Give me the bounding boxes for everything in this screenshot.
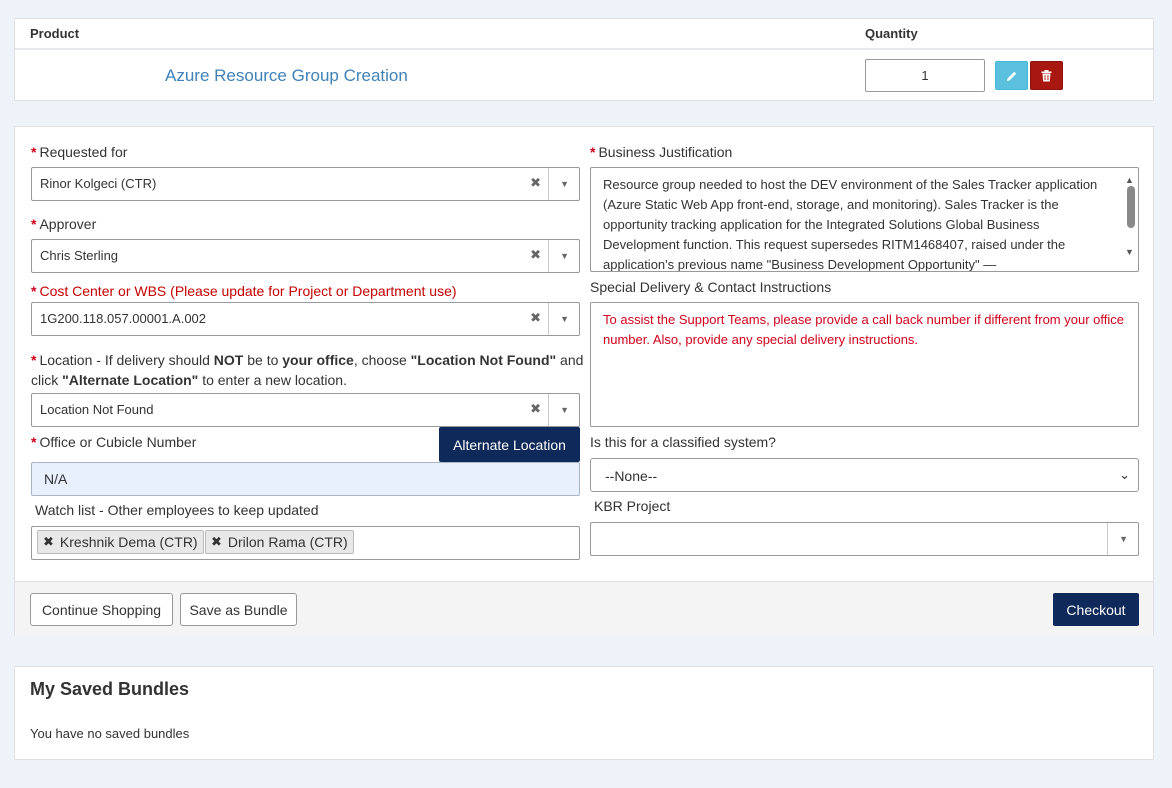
textarea-scrollbar[interactable]: ▲ ▼ — [1124, 170, 1136, 270]
chevron-down-icon[interactable]: ▼ — [1119, 534, 1128, 544]
classified-select[interactable]: --None-- ⌄ — [590, 458, 1139, 492]
special-delivery-textarea[interactable]: To assist the Support Teams, please prov… — [590, 302, 1139, 427]
office-number-value: N/A — [44, 471, 68, 487]
office-label: * Office or Cubicle Number — [31, 434, 197, 450]
requested-for-value: Rinor Kolgeci (CTR) — [40, 176, 157, 191]
pencil-icon — [1006, 71, 1016, 81]
product-link[interactable]: Azure Resource Group Creation — [165, 66, 408, 86]
trash-icon — [1041, 69, 1052, 81]
select-divider — [548, 394, 549, 426]
cost-center-select[interactable]: 1G200.118.057.00001.A.002 ✖ ▼ — [31, 302, 580, 336]
cost-center-value: 1G200.118.057.00001.A.002 — [40, 311, 207, 326]
kbr-project-label: KBR Project — [594, 498, 671, 514]
continue-shopping-button[interactable]: Continue Shopping — [30, 593, 173, 626]
scroll-thumb[interactable] — [1127, 186, 1135, 228]
watch-list-tag: ✖ Kreshnik Dema (CTR) — [37, 530, 204, 554]
saved-bundles-panel: My Saved Bundles You have no saved bundl… — [14, 666, 1154, 760]
location-value: Location Not Found — [40, 402, 154, 417]
cost-center-label: * Cost Center or WBS (Please update for P… — [31, 283, 457, 299]
chevron-down-icon: ⌄ — [1119, 467, 1130, 482]
classified-value: --None-- — [605, 468, 658, 484]
select-divider — [548, 240, 549, 272]
remove-tag-icon[interactable]: ✖ — [211, 534, 222, 550]
location-select[interactable]: Location Not Found ✖ ▼ — [31, 393, 580, 427]
select-divider — [1107, 523, 1108, 555]
cart-header: Product Quantity — [15, 19, 1153, 50]
select-divider — [548, 168, 549, 200]
business-justification-textarea[interactable]: Resource group needed to host the DEV en… — [590, 167, 1139, 272]
approver-select[interactable]: Chris Sterling ✖ ▼ — [31, 239, 580, 273]
business-justification-value: Resource group needed to host the DEV en… — [603, 177, 1098, 272]
office-number-field[interactable]: N/A — [31, 462, 580, 496]
required-marker: * — [31, 352, 37, 368]
classified-label: Is this for a classified system? — [590, 434, 776, 450]
select-divider — [548, 303, 549, 335]
required-marker: * — [31, 216, 37, 232]
business-justification-label: * Business Justification — [590, 144, 733, 160]
save-as-bundle-button[interactable]: Save as Bundle — [180, 593, 297, 626]
delete-button[interactable] — [1030, 61, 1063, 90]
clear-icon[interactable]: ✖ — [530, 247, 541, 263]
requested-for-select[interactable]: Rinor Kolgeci (CTR) ✖ ▼ — [31, 167, 580, 201]
chevron-down-icon[interactable]: ▼ — [560, 314, 569, 324]
saved-bundles-empty-text: You have no saved bundles — [30, 726, 190, 741]
scroll-down-icon[interactable]: ▼ — [1125, 242, 1134, 262]
required-marker: * — [590, 144, 596, 160]
kbr-project-select[interactable]: ▼ — [590, 522, 1139, 556]
chevron-down-icon[interactable]: ▼ — [560, 179, 569, 189]
special-delivery-placeholder: To assist the Support Teams, please prov… — [603, 312, 1124, 347]
chevron-down-icon[interactable]: ▼ — [560, 405, 569, 415]
watch-list-label: Watch list - Other employees to keep upd… — [35, 502, 319, 518]
request-form: * Requested for Rinor Kolgeci (CTR) ✖ ▼ *… — [14, 126, 1154, 636]
product-column-header: Product — [30, 26, 80, 41]
edit-button[interactable] — [995, 61, 1028, 90]
approver-value: Chris Sterling — [40, 248, 119, 263]
clear-icon[interactable]: ✖ — [530, 401, 541, 417]
location-label: * Location - If delivery should NOT be to… — [31, 352, 584, 388]
remove-tag-icon[interactable]: ✖ — [43, 534, 54, 550]
quantity-input[interactable] — [865, 59, 985, 92]
requested-for-label: * Requested for — [31, 144, 128, 160]
alternate-location-button[interactable]: Alternate Location — [439, 427, 580, 462]
chevron-down-icon[interactable]: ▼ — [560, 251, 569, 261]
clear-icon[interactable]: ✖ — [530, 175, 541, 191]
required-marker: * — [31, 283, 37, 299]
required-marker: * — [31, 434, 37, 450]
cart-panel: Product Quantity Azure Resource Group Cr… — [14, 18, 1154, 101]
watch-list-input[interactable]: ✖ Kreshnik Dema (CTR) ✖ Drilon Rama (CTR) — [31, 526, 580, 560]
approver-label: * Approver — [31, 216, 97, 232]
required-marker: * — [31, 144, 37, 160]
form-footer: Continue Shopping Save as Bundle Checkou… — [15, 581, 1153, 636]
watch-list-tag: ✖ Drilon Rama (CTR) — [205, 530, 354, 554]
checkout-button[interactable]: Checkout — [1053, 593, 1139, 626]
saved-bundles-title: My Saved Bundles — [30, 679, 190, 699]
clear-icon[interactable]: ✖ — [530, 310, 541, 326]
quantity-column-header: Quantity — [865, 26, 918, 41]
special-delivery-label: Special Delivery & Contact Instructions — [590, 279, 832, 295]
